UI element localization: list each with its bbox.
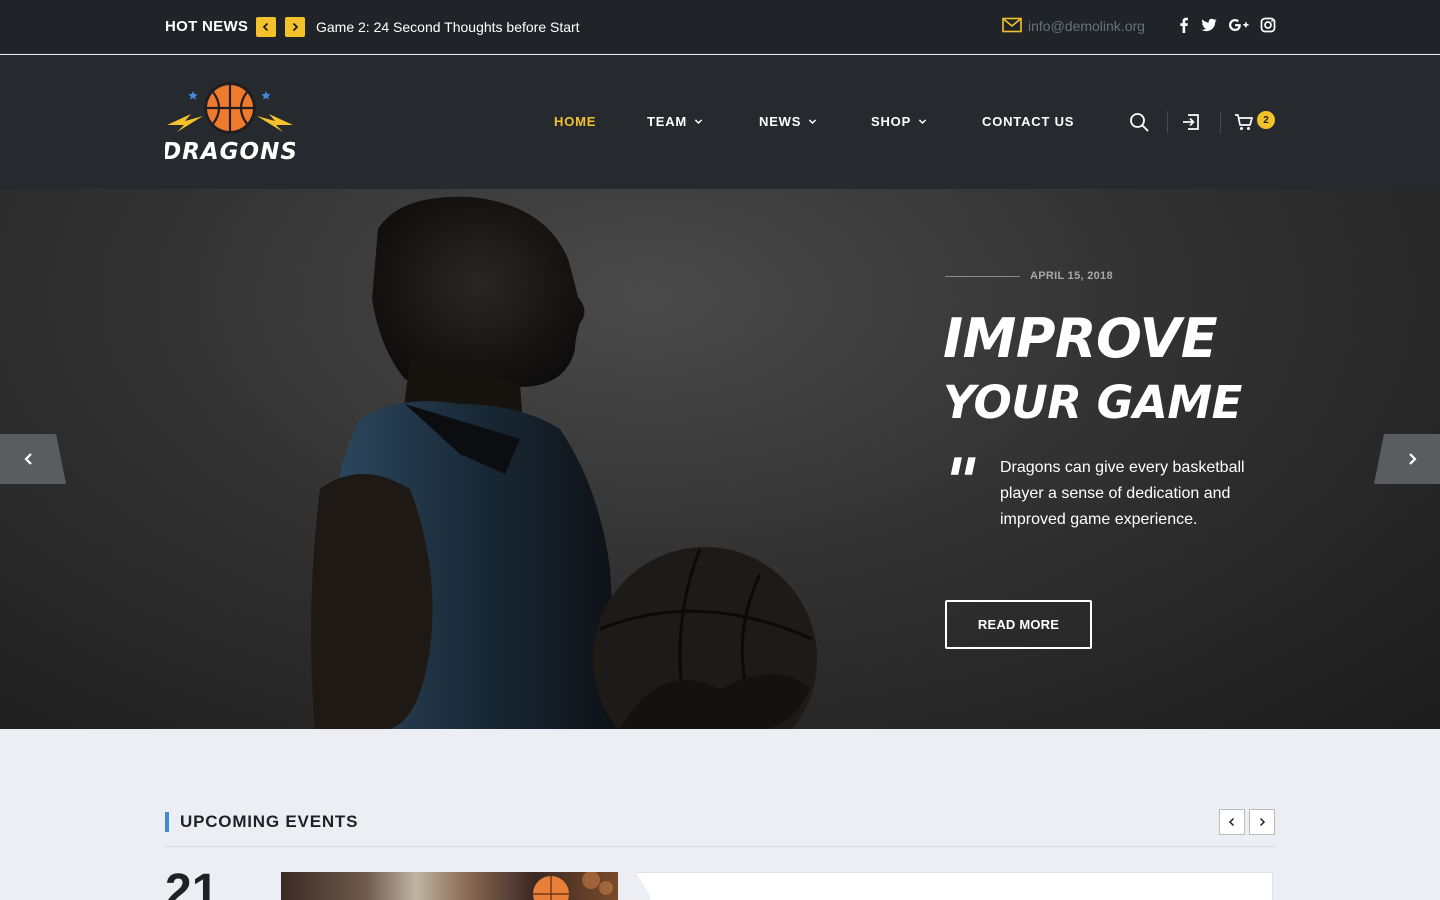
main-header: DRAGONS HOME TEAM NEWS SHOP CONTACT US 2 bbox=[0, 55, 1440, 189]
top-bar: HOT NEWS Game 2: 24 Second Thoughts befo… bbox=[0, 0, 1440, 54]
hero-date: APRIL 15, 2018 bbox=[1030, 270, 1113, 282]
slider-prev-button[interactable] bbox=[0, 434, 66, 484]
hero-description: Dragons can give every basketball player… bbox=[1000, 459, 1245, 528]
header-divider bbox=[1167, 111, 1168, 133]
chevron-left-icon bbox=[262, 22, 269, 32]
nav-team[interactable]: TEAM bbox=[647, 114, 703, 129]
section-divider bbox=[165, 846, 1275, 847]
news-prev-button[interactable] bbox=[256, 17, 276, 37]
basketball-icon bbox=[533, 872, 613, 900]
nav-shop-label: SHOP bbox=[871, 114, 912, 129]
chevron-right-icon bbox=[1409, 453, 1417, 465]
read-more-button[interactable]: READ MORE bbox=[945, 600, 1092, 649]
cart-count-badge: 2 bbox=[1257, 111, 1275, 129]
nav-news[interactable]: NEWS bbox=[759, 114, 817, 129]
chevron-left-icon bbox=[24, 453, 32, 465]
chevron-down-icon bbox=[809, 119, 817, 125]
nav-contact-label: CONTACT US bbox=[982, 114, 1075, 129]
event-day: 21 bbox=[165, 865, 219, 900]
hero-slider: APRIL 15, 2018 IMPROVE YOUR GAME " Drago… bbox=[0, 189, 1440, 729]
instagram-icon[interactable] bbox=[1259, 16, 1277, 34]
upcoming-events-title: UPCOMING EVENTS bbox=[180, 812, 359, 831]
news-next-button[interactable] bbox=[285, 17, 305, 37]
logo-wordmark: DRAGONS bbox=[165, 139, 295, 165]
hot-news-label: HOT NEWS bbox=[165, 18, 249, 35]
events-prev-button[interactable] bbox=[1219, 809, 1245, 835]
header-divider bbox=[1220, 111, 1221, 133]
chevron-right-icon bbox=[1259, 817, 1266, 827]
search-icon[interactable] bbox=[1128, 111, 1150, 133]
basketball-logo-icon: DRAGONS bbox=[162, 82, 297, 165]
hero-title-line2: YOUR GAME bbox=[943, 376, 1242, 429]
event-card[interactable] bbox=[636, 872, 1273, 900]
event-image[interactable] bbox=[281, 872, 618, 900]
chevron-left-icon bbox=[1228, 817, 1235, 827]
slider-next-button[interactable] bbox=[1374, 434, 1440, 484]
chevron-down-icon bbox=[694, 119, 703, 125]
contact-email-link[interactable]: info@demolink.org bbox=[1028, 18, 1145, 34]
mail-icon bbox=[1002, 17, 1022, 33]
nav-contact-us[interactable]: CONTACT US bbox=[982, 114, 1074, 129]
section-marker bbox=[165, 812, 169, 832]
nav-news-label: NEWS bbox=[759, 114, 802, 129]
facebook-icon[interactable] bbox=[1175, 16, 1193, 34]
nav-shop[interactable]: SHOP bbox=[871, 114, 927, 129]
nav-team-label: TEAM bbox=[647, 114, 688, 129]
google-plus-icon[interactable] bbox=[1228, 16, 1250, 34]
events-next-button[interactable] bbox=[1249, 809, 1275, 835]
hero-date-divider bbox=[945, 276, 1020, 277]
site-logo[interactable]: DRAGONS bbox=[162, 80, 297, 165]
hero-title-line1: IMPROVE bbox=[943, 307, 1218, 370]
cart-icon[interactable] bbox=[1233, 111, 1255, 133]
chevron-down-icon bbox=[918, 119, 927, 125]
chevron-right-icon bbox=[292, 22, 299, 32]
nav-home[interactable]: HOME bbox=[554, 114, 596, 129]
login-icon[interactable] bbox=[1180, 111, 1202, 133]
nav-home-label: HOME bbox=[554, 114, 597, 129]
hot-news-headline[interactable]: Game 2: 24 Second Thoughts before Start bbox=[316, 19, 580, 35]
twitter-icon[interactable] bbox=[1200, 16, 1218, 34]
